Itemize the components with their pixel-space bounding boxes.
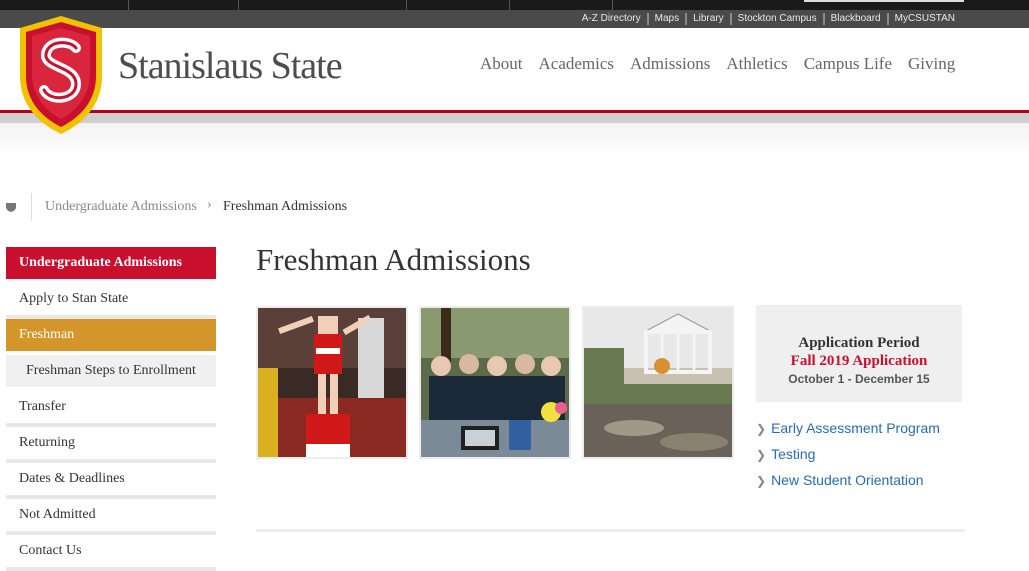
application-term: Fall 2019 Application — [790, 353, 928, 369]
sidebar-item-freshman-steps-to-enrollment[interactable]: Freshman Steps to Enrollment — [6, 355, 216, 391]
sidebar-nav: Undergraduate Admissions Apply to Stan S… — [6, 247, 216, 571]
nav-admissions[interactable]: Admissions — [622, 54, 718, 74]
site-wordmark[interactable]: Stanislaus State — [118, 44, 343, 88]
top-strip-divider — [238, 0, 239, 10]
breadcrumb-divider — [31, 193, 32, 221]
nav-athletics[interactable]: Athletics — [718, 54, 795, 74]
utility-bar: A-Z Directory Maps Library Stockton Camp… — [0, 10, 1029, 28]
sidebar-item-returning[interactable]: Returning — [6, 427, 216, 463]
utility-link-blackboard[interactable]: Blackboard — [822, 13, 887, 25]
header-fade — [0, 123, 1029, 159]
nav-about[interactable]: About — [472, 54, 531, 74]
top-strip-divider — [128, 0, 129, 10]
top-strip — [0, 0, 1029, 10]
utility-link-mycsustan[interactable]: MyCSUSTAN — [886, 13, 961, 25]
application-dates: October 1 - December 15 — [788, 372, 930, 386]
home-icon[interactable] — [6, 202, 16, 212]
application-period-box: Application Period Fall 2019 Application… — [756, 305, 962, 402]
students-at-table-photo — [419, 306, 571, 459]
main-nav: About Academics Admissions Athletics Cam… — [472, 54, 963, 74]
top-strip-divider — [406, 0, 407, 10]
cheerleaders-photo — [256, 306, 408, 459]
resource-link-item: ❯ Testing — [756, 444, 940, 470]
utility-links: A-Z Directory Maps Library Stockton Camp… — [576, 10, 961, 28]
utility-link-stockton-campus[interactable]: Stockton Campus — [729, 13, 823, 25]
chevron-right-icon: ❯ — [756, 474, 767, 488]
breadcrumb-current-page: Freshman Admissions — [223, 199, 348, 214]
link-early-assessment-program[interactable]: Early Assessment Program — [771, 420, 940, 436]
chevron-right-icon: ❯ — [756, 422, 767, 436]
utility-link-library[interactable]: Library — [685, 13, 730, 25]
chevron-right-icon: ❯ — [756, 448, 767, 462]
nav-giving[interactable]: Giving — [900, 54, 963, 74]
resource-links: ❯ Early Assessment Program ❯ Testing ❯ New … — [756, 418, 940, 496]
sidebar-item-transfer[interactable]: Transfer — [6, 391, 216, 427]
page-title: Freshman Admissions — [256, 242, 531, 277]
sidebar-item-dates-deadlines[interactable]: Dates & Deadlines — [6, 463, 216, 499]
sidebar-item-not-admitted[interactable]: Not Admitted — [6, 499, 216, 535]
link-new-student-orientation[interactable]: New Student Orientation — [771, 472, 924, 488]
utility-link-maps[interactable]: Maps — [646, 13, 685, 25]
nav-academics[interactable]: Academics — [531, 54, 623, 74]
header-gray-band — [0, 113, 1029, 123]
utility-link-az-directory[interactable]: A-Z Directory — [576, 13, 647, 25]
application-period-heading: Application Period — [798, 335, 920, 351]
sidebar-item-undergraduate-admissions[interactable]: Undergraduate Admissions — [6, 247, 216, 283]
sidebar-item-contact-us[interactable]: Contact Us — [6, 535, 216, 571]
top-strip-divider — [509, 0, 510, 10]
campus-gazebo-photo — [582, 306, 734, 459]
link-testing[interactable]: Testing — [771, 446, 815, 462]
content-divider — [256, 529, 965, 532]
sidebar-item-freshman[interactable]: Freshman — [6, 319, 216, 355]
resource-link-item: ❯ Early Assessment Program — [756, 418, 940, 444]
search-input[interactable] — [804, 0, 964, 2]
breadcrumb-undergraduate-admissions[interactable]: Undergraduate Admissions — [45, 199, 197, 215]
breadcrumb-chevron-icon: › — [207, 197, 212, 212]
nav-campus-life[interactable]: Campus Life — [796, 54, 900, 74]
sidebar-item-apply-to-stan-state[interactable]: Apply to Stan State — [6, 283, 216, 319]
breadcrumb: Undergraduate Admissions › Freshman Admi… — [0, 193, 600, 221]
site-header: Stanislaus State About Academics Admissi… — [0, 28, 1029, 110]
resource-link-item: ❯ New Student Orientation — [756, 470, 940, 496]
university-shield-logo[interactable] — [18, 14, 104, 136]
top-strip-divider — [612, 0, 613, 10]
